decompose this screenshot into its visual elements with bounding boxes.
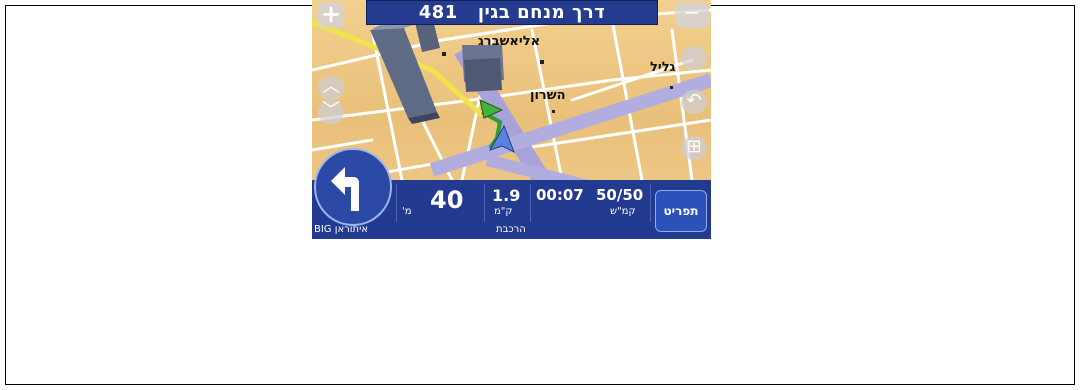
distance-unit: ק"מ	[494, 206, 513, 217]
next-turn-indicator[interactable]	[314, 148, 392, 226]
zoom-out-button[interactable]: −	[675, 2, 709, 28]
chevron-down-icon: ﹀	[322, 100, 340, 121]
side-panel-button-1[interactable]	[681, 46, 707, 70]
chevron-up-icon: ︿	[322, 76, 340, 97]
current-speed-unit: מ'	[402, 206, 412, 217]
street-name: דרך מנחם בגין	[477, 2, 606, 23]
distance-to-turn: 1.9	[492, 186, 521, 205]
map-label-galil: גליל	[650, 60, 676, 75]
side-panel-button-2[interactable]: ↶	[681, 90, 707, 114]
speed-limit: 50/50	[596, 186, 644, 204]
side-panel-button-3[interactable]: ⊞	[681, 136, 707, 160]
vehicle-mode-label: הרכבת	[496, 224, 526, 235]
time-remaining: 00:07	[536, 186, 584, 204]
current-street-bar: דרך מנחם בגין 481	[366, 0, 658, 25]
turn-left-arrow-icon	[331, 167, 359, 211]
zoom-in-button[interactable]: +	[318, 2, 344, 28]
street-number: 481	[418, 2, 458, 23]
provider-label: איתוראן BIG	[314, 224, 369, 235]
map-label-hasharon: השרון	[530, 88, 566, 103]
map-label-eliashberg: אליאשברג	[478, 34, 541, 49]
grid-icon: ⊞	[686, 136, 702, 157]
menu-button[interactable]: תפריט	[655, 190, 707, 232]
navigation-screen: אליאשברג השרון גליל דרך מנחם בגין 481 + …	[312, 0, 711, 239]
undo-arrow-icon: ↶	[686, 90, 702, 111]
current-speed: 40	[430, 186, 464, 214]
speed-limit-unit: קמ"ש	[610, 206, 636, 217]
rotate-up-button[interactable]: ︿	[318, 76, 344, 100]
rotate-down-button[interactable]: ﹀	[318, 100, 344, 124]
